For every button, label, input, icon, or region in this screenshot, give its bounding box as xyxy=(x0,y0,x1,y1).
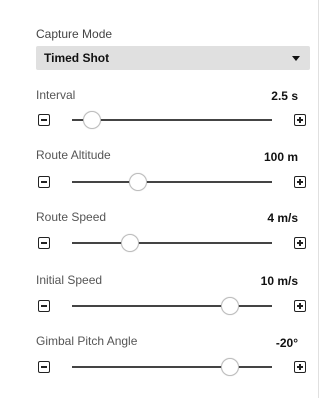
minus-square-icon xyxy=(41,119,47,121)
gimbal-pitch-angle-value: -20° xyxy=(275,336,298,350)
initial-speed-increase-button[interactable] xyxy=(294,300,306,312)
route-altitude-increase-button[interactable] xyxy=(294,176,306,188)
route-altitude-label: Route Altitude xyxy=(36,148,111,162)
gimbal-pitch-angle-slider[interactable] xyxy=(72,358,272,376)
minus-square-icon xyxy=(41,242,47,244)
route-altitude-slider[interactable] xyxy=(72,173,272,191)
minus-square-icon xyxy=(41,305,47,307)
gimbal-pitch-angle-label: Gimbal Pitch Angle xyxy=(36,334,138,348)
route-speed-label: Route Speed xyxy=(36,210,107,224)
minus-square-icon xyxy=(41,181,47,183)
interval-increase-button[interactable] xyxy=(294,114,306,126)
initial-speed-slider[interactable] xyxy=(72,297,272,315)
gimbal-pitch-angle-slider-thumb[interactable] xyxy=(221,358,239,376)
route-altitude-slider-thumb[interactable] xyxy=(129,173,147,191)
interval-label: Interval xyxy=(36,88,76,102)
route-speed-increase-button[interactable] xyxy=(294,237,306,249)
gimbal-pitch-angle-increase-button[interactable] xyxy=(294,361,306,373)
interval-value: 2.5 s xyxy=(271,89,298,103)
initial-speed-value: 10 m/s xyxy=(260,274,298,288)
capture-mode-value: Timed Shot xyxy=(44,51,110,65)
route-speed-slider[interactable] xyxy=(72,234,272,252)
settings-panel: Capture Mode Timed Shot Interval 2.5 s R… xyxy=(0,0,319,398)
route-speed-decrease-button[interactable] xyxy=(38,237,50,249)
interval-slider-thumb[interactable] xyxy=(83,111,101,129)
chevron-down-icon xyxy=(292,55,300,61)
route-altitude-value: 100 m xyxy=(263,150,298,164)
minus-square-icon xyxy=(41,366,47,368)
route-altitude-decrease-button[interactable] xyxy=(38,176,50,188)
capture-mode-label: Capture Mode xyxy=(36,27,113,41)
capture-mode-select[interactable]: Timed Shot xyxy=(36,46,310,70)
initial-speed-decrease-button[interactable] xyxy=(38,300,50,312)
initial-speed-label: Initial Speed xyxy=(36,273,103,287)
interval-slider[interactable] xyxy=(72,111,272,129)
gimbal-pitch-angle-decrease-button[interactable] xyxy=(38,361,50,373)
interval-decrease-button[interactable] xyxy=(38,114,50,126)
initial-speed-slider-thumb[interactable] xyxy=(221,297,239,315)
route-speed-slider-thumb[interactable] xyxy=(121,234,139,252)
route-speed-value: 4 m/s xyxy=(267,211,298,225)
